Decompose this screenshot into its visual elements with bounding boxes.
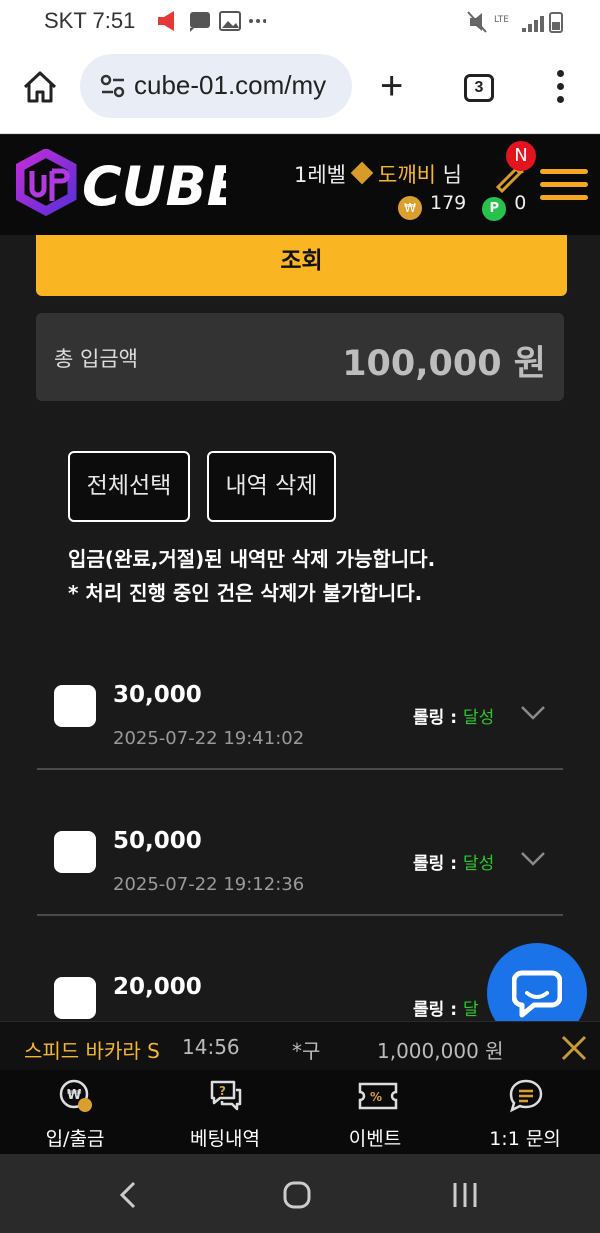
nav-deposit-withdraw[interactable]: ₩ 입/출금 <box>0 1070 150 1154</box>
svg-text:?: ? <box>219 1084 226 1098</box>
site-header: CUBE 1레벨 도깨비 님 N ₩179 P0 <box>0 135 600 235</box>
browser-toolbar: cube-01.com/my + 3 <box>0 42 600 134</box>
nav-label: 베팅내역 <box>190 1128 260 1150</box>
ticket-icon: % <box>358 1082 398 1110</box>
hamburger-menu-icon[interactable] <box>540 169 588 201</box>
signal-battery-icon: LTE <box>467 11 563 33</box>
coin-balance: 179 <box>430 192 467 214</box>
search-button[interactable]: 조회 <box>36 235 567 296</box>
system-status-icons: LTE <box>466 10 566 38</box>
ticker-amount: 1,000,000 원 <box>377 1039 504 1063</box>
row-checkbox[interactable] <box>54 685 96 727</box>
tab-switcher-button[interactable]: 3 <box>464 74 494 102</box>
deposit-datetime: 2025-07-22 19:12:36 <box>113 874 305 895</box>
deposit-amount: 50,000 <box>113 828 202 854</box>
ticker-game: 스피드 바카라 S <box>24 1039 160 1063</box>
back-icon[interactable] <box>118 1180 138 1210</box>
user-name: 도깨비 <box>378 163 436 187</box>
select-all-button[interactable]: 전체선택 <box>68 451 190 522</box>
coin-icon: ₩ <box>398 196 422 220</box>
deposit-amount: 30,000 <box>113 682 202 708</box>
svg-text:CUBE: CUBE <box>82 155 226 218</box>
cube-logo[interactable]: CUBE <box>16 149 226 219</box>
rolling-label: 롤링 : <box>413 1000 457 1020</box>
rolling-status: 롤링 : 달성 <box>413 703 494 728</box>
nav-label: 이벤트 <box>348 1128 402 1150</box>
nav-label: 1:1 문의 <box>489 1128 561 1150</box>
chat-question-icon: ? <box>210 1080 242 1111</box>
chevron-down-icon[interactable] <box>520 705 546 721</box>
deposit-datetime: 2025-07-22 19:41:02 <box>113 728 305 749</box>
delete-history-button[interactable]: 내역 삭제 <box>207 451 336 522</box>
site-settings-icon[interactable] <box>100 74 126 98</box>
url-text: cube-01.com/my <box>134 70 327 100</box>
rolling-status-value: 달 <box>463 1000 479 1020</box>
user-info: 1레벨 도깨비 님 <box>294 159 462 189</box>
status-time: SKT 7:51 <box>44 8 136 33</box>
wallet-icon: ₩ <box>59 1079 92 1112</box>
rolling-status-value: 달성 <box>463 854 495 874</box>
home-icon[interactable] <box>22 70 58 104</box>
nav-label: 입/출금 <box>45 1128 105 1150</box>
browser-menu-icon[interactable] <box>552 70 568 110</box>
close-icon[interactable] <box>560 1034 588 1062</box>
winner-ticker: 스피드 바카라 S 14:56 *구 1,000,000 원 <box>0 1021 600 1070</box>
rolling-status: 롤링 : 달 <box>413 995 479 1020</box>
megaphone-icon <box>158 11 267 32</box>
divider <box>37 768 563 770</box>
address-bar[interactable]: cube-01.com/my <box>80 54 352 118</box>
divider <box>37 914 563 916</box>
recents-icon[interactable] <box>450 1180 480 1210</box>
notification-badge: N <box>506 141 536 171</box>
system-navigation-bar <box>0 1154 600 1233</box>
balances: ₩179 P 0 <box>398 192 526 221</box>
deposit-amount: 20,000 <box>113 974 202 1000</box>
user-suffix: 님 <box>442 163 462 187</box>
total-deposit-box: 총 입금액 100,000 원 <box>36 313 564 401</box>
level-diamond-icon <box>350 161 374 185</box>
rolling-status-value: 달성 <box>463 708 495 728</box>
rolling-label: 롤링 : <box>413 854 457 874</box>
point-balance: 0 <box>514 192 527 214</box>
svg-text:%: % <box>370 1090 382 1104</box>
new-tab-button[interactable]: + <box>380 64 403 108</box>
home-button-icon[interactable] <box>282 1180 312 1210</box>
nav-betting-history[interactable]: ? 베팅내역 <box>150 1070 300 1154</box>
row-checkbox[interactable] <box>54 831 96 873</box>
total-deposit-amount: 100,000 원 <box>342 344 546 384</box>
point-icon: P <box>482 197 507 221</box>
message-icon <box>509 1079 543 1113</box>
ticker-time: 14:56 <box>182 1035 240 1059</box>
nav-inquiry[interactable]: 1:1 문의 <box>450 1070 600 1154</box>
chat-bubble-icon <box>512 970 562 1018</box>
row-checkbox[interactable] <box>54 977 96 1019</box>
notice-line-1: 입금(완료,거절)된 내역만 삭제 가능합니다. <box>68 547 436 571</box>
user-level: 1레벨 <box>294 163 347 187</box>
notice-line-2: * 처리 진행 중인 건은 삭제가 불가합니다. <box>68 581 423 605</box>
bottom-navigation: ₩ 입/출금 ? 베팅내역 % 이벤트 1:1 문의 <box>0 1070 600 1154</box>
notification-icons <box>156 9 267 38</box>
status-bar: SKT 7:51 LTE <box>0 0 600 42</box>
nav-events[interactable]: % 이벤트 <box>300 1070 450 1154</box>
total-deposit-label: 총 입금액 <box>54 347 138 371</box>
chevron-down-icon[interactable] <box>520 851 546 867</box>
ticker-user: *구 <box>292 1039 321 1063</box>
svg-text:LTE: LTE <box>494 15 509 25</box>
rolling-label: 롤링 : <box>413 708 457 728</box>
rolling-status: 롤링 : 달성 <box>413 849 494 874</box>
